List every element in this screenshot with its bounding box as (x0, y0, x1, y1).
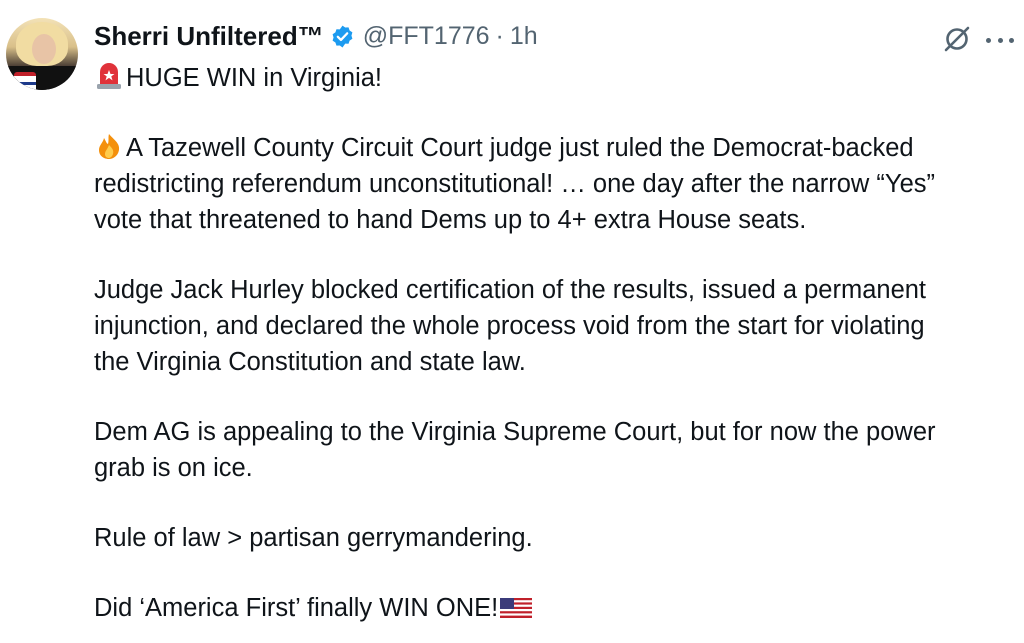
p1-line-2: redistricting referendum unconstitutiona… (94, 170, 935, 198)
more-dot (986, 37, 991, 43)
p5-line: Did ‘America First’ finally WIN ONE! (94, 590, 1014, 626)
p4-line: Rule of law > partisan gerrymandering. (94, 524, 533, 552)
tweet-text: HUGE WIN in Virginia! A Tazewell County … (94, 60, 1014, 626)
avatar-mug-stripe (14, 82, 36, 85)
p3-line-1: Dem AG is appealing to the Virginia Supr… (94, 418, 936, 446)
tweet-header: Sherri Unfiltered™ @FFT1776 · 1h (94, 18, 538, 54)
avatar-mug (14, 72, 36, 90)
p3-line-2: grab is on ice. (94, 454, 253, 482)
more-dot (997, 37, 1003, 43)
more-dot (1009, 37, 1014, 43)
p5-text: Did ‘America First’ finally WIN ONE! (94, 594, 499, 622)
p1-text-1: A Tazewell County Circuit Court judge ju… (126, 134, 914, 162)
avatar[interactable] (6, 18, 78, 90)
tweet[interactable]: Sherri Unfiltered™ @FFT1776 · 1h HUGE WI… (0, 0, 1024, 643)
tweet-headline: HUGE WIN in Virginia! (94, 60, 1014, 96)
us-flag-emoji (500, 594, 533, 622)
tweet-timestamp[interactable]: 1h (510, 22, 538, 51)
more-options-icon[interactable] (986, 26, 1014, 54)
author-display-name[interactable]: Sherri Unfiltered™ (94, 21, 324, 52)
fire-emoji (94, 132, 124, 160)
headline-text: HUGE WIN in Virginia! (126, 64, 383, 92)
author-handle[interactable]: @FFT1776 (363, 22, 490, 51)
p1-line-3: vote that threatened to hand Dems up to … (94, 206, 807, 234)
p2-line-2: injunction, and declared the whole proce… (94, 312, 925, 340)
avatar-face (32, 34, 56, 64)
p2-line-1: Judge Jack Hurley blocked certification … (94, 276, 927, 304)
police-light-emoji (94, 62, 124, 90)
p1-line-1: A Tazewell County Circuit Court judge ju… (94, 130, 1014, 166)
verified-badge-icon[interactable] (330, 24, 355, 49)
separator-dot: · (495, 21, 504, 50)
p2-line-3: the Virginia Constitution and state law. (94, 348, 526, 376)
grok-icon[interactable] (942, 24, 972, 54)
